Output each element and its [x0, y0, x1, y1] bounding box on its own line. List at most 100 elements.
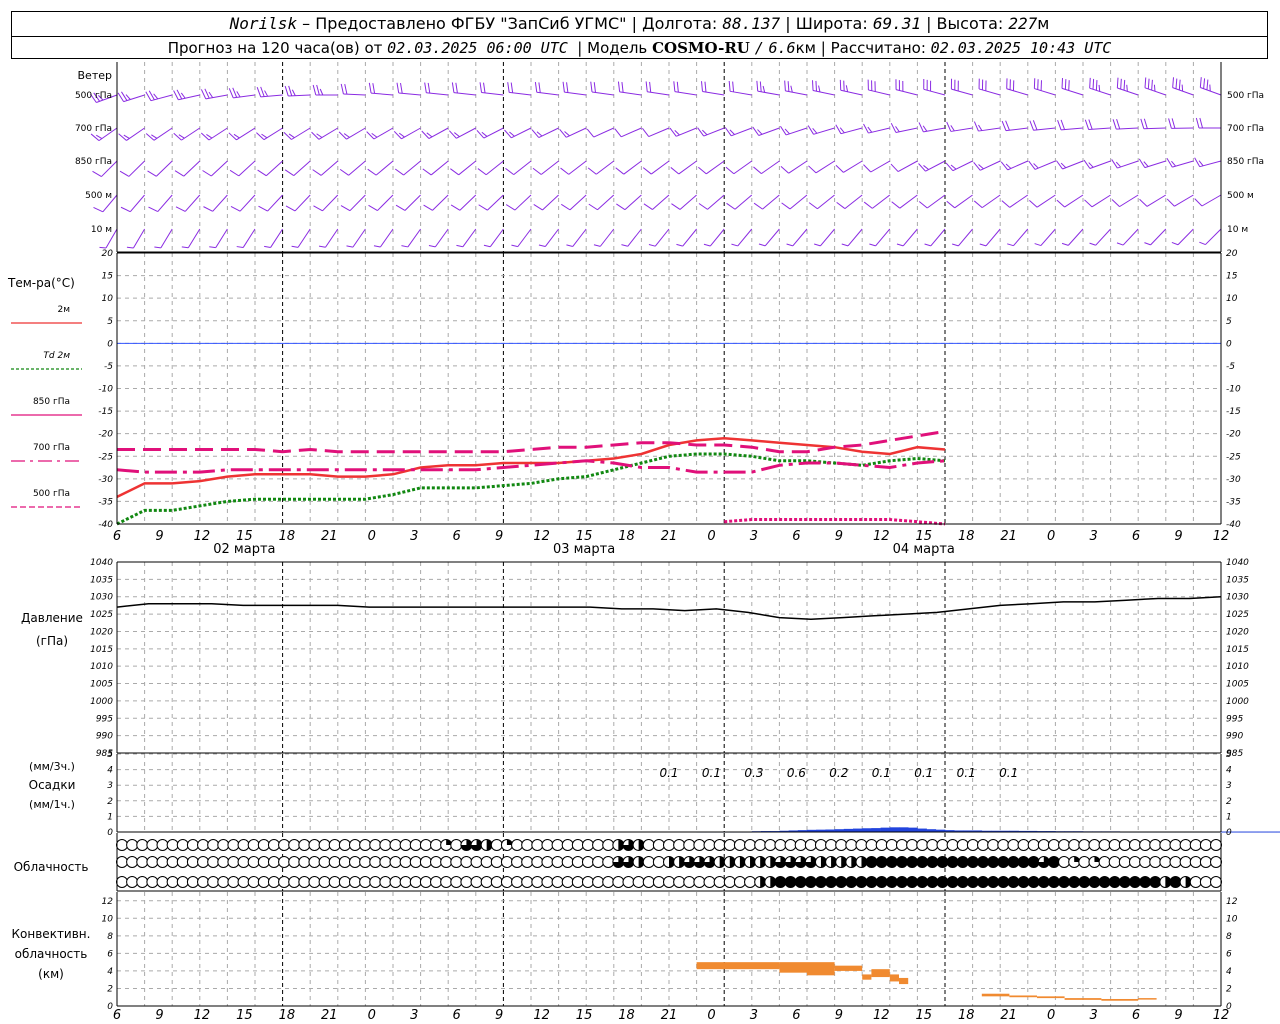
cloud-circle	[166, 856, 179, 868]
cloud-fill-full	[997, 856, 1009, 868]
wind-barb-feather	[145, 133, 155, 141]
temp-x-tick: 21	[661, 529, 678, 544]
cloud-symbol	[733, 839, 746, 851]
wind-barb-feather	[808, 165, 817, 174]
wind-barb-feather	[340, 205, 351, 212]
cloud-symbol	[804, 876, 817, 888]
cloud-fill-full	[987, 876, 999, 888]
wind-barb-staff	[377, 194, 394, 211]
cloud-fill-full	[1028, 876, 1040, 888]
wind-barb-feather	[863, 201, 873, 209]
cloud-circle	[581, 856, 594, 868]
cloud-circle	[237, 856, 250, 868]
cloud-symbol	[379, 839, 392, 851]
wind-barb-staff	[1122, 228, 1139, 246]
cloud-circle	[116, 839, 128, 851]
cloud-fill-full	[977, 876, 989, 888]
cloud-symbol	[278, 839, 291, 851]
wind-barb	[1089, 228, 1111, 246]
wind-barb-feather	[313, 205, 323, 212]
conv-tick-left: 10	[102, 914, 114, 924]
wind-barb	[148, 194, 173, 213]
cloud-symbol	[835, 856, 848, 868]
wind-barb-staff	[1040, 228, 1056, 246]
conv-cloud-bar	[862, 974, 872, 980]
wind-barb-feather	[95, 134, 103, 140]
cloud-circle	[146, 839, 159, 851]
wind-barb-feather	[698, 203, 708, 210]
wind-barb	[202, 160, 228, 177]
cloud-symbol	[652, 876, 665, 888]
wind-barb-staff	[820, 228, 835, 247]
wind-barb-staff	[1009, 194, 1029, 208]
wind-barb-feather	[426, 132, 433, 138]
wind-barb	[479, 82, 504, 96]
cloud-symbol	[581, 856, 594, 868]
cloud-symbol	[794, 856, 807, 868]
wind-barb-staff	[568, 160, 587, 175]
wind-barb-feather	[1089, 242, 1096, 246]
wind-barb	[863, 123, 890, 134]
cloud-circle	[1199, 876, 1212, 888]
cloud-symbol	[906, 856, 919, 868]
wind-barb-feather	[1171, 241, 1179, 246]
wind-barb	[590, 81, 614, 96]
cloud-circle	[267, 839, 280, 851]
wind-barb-feather	[229, 169, 240, 177]
cloud-circle	[956, 839, 969, 851]
conv-tick-left: 6	[107, 949, 113, 959]
cloud-symbol	[956, 876, 969, 888]
cloud-symbol	[470, 856, 483, 868]
wind-barb	[863, 160, 891, 173]
wind-barb-feather	[200, 89, 207, 100]
temp-x-tick: 9	[835, 529, 843, 544]
cloud-circle	[1088, 839, 1101, 851]
wind-barb	[559, 127, 587, 138]
wind-barb-feather	[154, 246, 161, 249]
wind-barb-feather	[973, 121, 979, 132]
cloud-circle	[1139, 856, 1152, 868]
wind-barb-feather	[642, 128, 650, 137]
cloud-circle	[136, 876, 149, 888]
cloud-symbol	[966, 839, 979, 851]
wind-barb-feather	[786, 243, 793, 247]
wind-barb	[867, 79, 890, 96]
wind-barb-feather	[1111, 199, 1120, 207]
wind-barb	[593, 228, 615, 247]
cloud-circle	[521, 876, 534, 888]
wind-barb	[673, 81, 697, 96]
temp-x-tick: 9	[1174, 529, 1182, 544]
wind-barb-feather	[950, 164, 957, 170]
pres-tick-right: 1020	[1226, 627, 1249, 637]
wind-barb-staff	[540, 160, 559, 175]
wind-barb-feather	[1034, 243, 1042, 247]
wind-barb-feather	[202, 170, 212, 177]
wind-barb	[895, 79, 918, 96]
wind-barb	[561, 194, 587, 211]
precip-label-1h: (мм/1ч.)	[29, 798, 75, 811]
cloud-symbol	[561, 856, 574, 868]
wind-barb-feather	[119, 170, 130, 177]
wind-barb	[1140, 118, 1166, 130]
conv-x-tick: 12	[533, 1008, 550, 1023]
temp-tick-right: 20	[1226, 249, 1238, 259]
wind-barb-feather	[230, 205, 241, 212]
cloud-symbol	[936, 839, 949, 851]
cloud-symbol	[865, 876, 878, 888]
cloud-circle	[571, 856, 584, 868]
cloud-circle	[1210, 876, 1222, 888]
cloud-symbol	[926, 876, 939, 888]
cloud-circle	[551, 839, 564, 851]
cloud-symbol	[612, 876, 625, 888]
cloud-symbol	[632, 876, 645, 888]
wind-barb-feather	[1001, 120, 1007, 131]
cloud-circle	[176, 856, 189, 868]
cloud-circle	[217, 839, 230, 851]
cloud-fill-full	[876, 876, 888, 888]
wind-barb	[587, 160, 615, 175]
cloud-symbol	[146, 856, 159, 868]
wind-barb-staff	[349, 194, 366, 212]
cloud-fill-full	[866, 876, 878, 888]
cloud-symbol	[480, 856, 493, 868]
wind-barb-feather	[236, 91, 241, 98]
